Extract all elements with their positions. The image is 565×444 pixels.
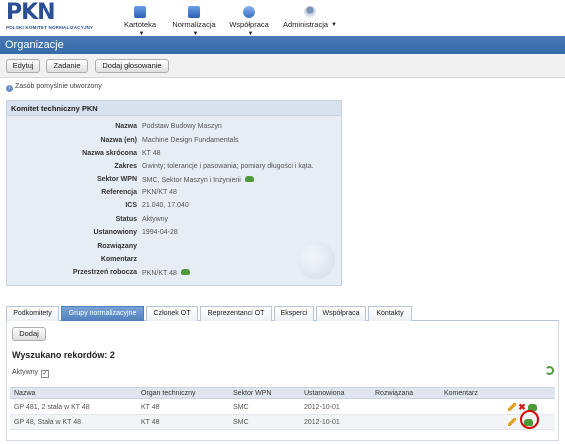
field-row: Zakres Gwinty; tolerancje i pasowania; po…	[7, 163, 341, 175]
cell-organ: KT 48	[141, 404, 160, 411]
tab-reprezentanci-ot[interactable]: Reprezentanci OT	[200, 306, 272, 321]
field-label: Sektor WPN	[96, 176, 137, 183]
table-row[interactable]: GP 481, 2 stała w KT 48 KT 48 SMC 2012-1…	[10, 400, 555, 415]
cell-nazwa[interactable]: GP 48, Stała w KT 48	[14, 415, 81, 430]
page-title: Organizacje	[0, 36, 565, 54]
field-value: PKN/KT 48	[142, 189, 177, 196]
field-value: Aktywny	[142, 216, 169, 223]
tab-grupy-normalizacyjne[interactable]: Grupy normalizacyjne	[61, 306, 144, 321]
records-count: Wyszukano rekordów: 2	[12, 350, 115, 360]
field-label: Przestrzeń robocza	[72, 269, 137, 276]
field-label: Zakres	[114, 163, 137, 170]
workspace-link-icon[interactable]	[180, 269, 190, 275]
add-vote-button[interactable]: Dodaj głosowanie	[95, 59, 169, 73]
field-row: Status Aktywny	[7, 216, 341, 228]
refresh-icon[interactable]	[545, 366, 554, 375]
col-rozwiazana[interactable]: Rozwiązana	[375, 388, 413, 399]
col-organ[interactable]: Organ techniczny	[141, 388, 195, 399]
col-sektor[interactable]: Sektor WPN	[233, 388, 272, 399]
field-value: PKN/KT 48	[142, 270, 177, 277]
nav-normalizacja[interactable]: Normalizacja▼	[168, 4, 220, 37]
edit-pencil-icon[interactable]	[508, 403, 516, 411]
tab-kontakty[interactable]: Kontakty	[368, 306, 412, 321]
field-row: Nazwa skrócona KT 48	[7, 150, 341, 162]
field-value-wrap: SMC, Sektor Maszyn i Inżynierii	[142, 176, 254, 184]
folder-icon	[188, 6, 200, 18]
field-value: 1994-04-28	[142, 229, 178, 236]
field-row: Nazwa (en) Machine Design Fundamentals	[7, 137, 341, 149]
field-label: Nazwa	[115, 123, 137, 130]
field-value: Machine Design Fundamentals	[142, 137, 239, 144]
field-value: KT 48	[142, 150, 161, 157]
nav-label: Normalizacja	[172, 20, 216, 29]
field-label: Ustanowiony	[93, 229, 137, 236]
field-row: Sektor WPN SMC, Sektor Maszyn i Inżynieri…	[7, 176, 341, 188]
field-label: Komentarz	[100, 256, 137, 263]
cell-sektor: SMC	[233, 404, 249, 411]
top-header: PKN POLSKI KOMITET NORMALIZACYJNY Kartot…	[0, 0, 565, 37]
active-filter-label: Aktywny	[12, 369, 39, 376]
main-nav: Kartoteka▼ Normalizacja▼ Współpraca▼ Adm…	[0, 4, 565, 37]
tab-wspolpraca[interactable]: Współpraca	[316, 306, 366, 321]
col-nazwa[interactable]: Nazwa	[14, 388, 35, 399]
committee-details-panel: Komitet techniczny PKN Nazwa Podstaw Budo…	[6, 100, 342, 286]
tab-eksperci[interactable]: Eksperci	[274, 306, 314, 321]
add-button[interactable]: Dodaj	[12, 327, 46, 341]
field-label: Nazwa (en)	[100, 137, 137, 144]
field-label: Rozwiązany	[97, 243, 137, 250]
nav-wspolpraca[interactable]: Współpraca▼	[226, 4, 272, 37]
nav-administracja[interactable]: Administracja ▼	[282, 4, 338, 34]
field-value-wrap: PKN/KT 48	[142, 269, 190, 277]
active-checkbox[interactable]: ✓	[41, 370, 50, 378]
sector-link-icon[interactable]	[244, 176, 254, 182]
cell-ustanowiona: 2012-10-01	[304, 404, 340, 411]
field-row: Nazwa Podstaw Budowy Maszyn	[7, 123, 341, 135]
folder-icon	[134, 6, 146, 18]
panel-title: Komitet techniczny PKN	[7, 101, 341, 116]
tab-strip: Podkomitety Grupy normalizacyjne Członek…	[6, 306, 559, 321]
field-value: Gwinty; tolerancje i pasowania; pomiary …	[142, 163, 314, 170]
field-row: Rozwiązany	[7, 243, 341, 255]
admin-icon	[304, 6, 316, 18]
field-label: ICS	[125, 202, 137, 209]
field-value: 21.040, 17.040	[142, 202, 189, 209]
cell-nazwa[interactable]: GP 481, 2 stała w KT 48	[14, 400, 90, 415]
cell-sektor: SMC	[233, 419, 249, 426]
edit-pencil-icon[interactable]	[508, 418, 516, 426]
field-value: SMC, Sektor Maszyn i Inżynierii	[142, 177, 241, 184]
field-row: ICS 21.040, 17.040	[7, 202, 341, 214]
toolbar: Edytuj Zadanie Dodaj głosowanie	[0, 54, 565, 78]
tab-podkomitety[interactable]: Podkomitety	[6, 306, 59, 321]
task-button[interactable]: Zadanie	[46, 59, 88, 73]
nav-label: Administracja	[283, 20, 329, 29]
cell-ustanowiona: 2012-10-01	[304, 419, 340, 426]
people-icon	[243, 6, 255, 18]
active-filter: Aktywny ✓	[12, 369, 50, 378]
nav-label: Kartoteka	[123, 20, 157, 29]
col-ustanowiona[interactable]: Ustanowiona	[304, 388, 344, 399]
col-komentarz[interactable]: Komentarz	[444, 388, 478, 399]
table-header: Nazwa Organ techniczny Sektor WPN Ustano…	[10, 387, 555, 399]
info-message: i Zasób pomyślnie utworzony	[6, 83, 102, 92]
table-row[interactable]: GP 48, Stała w KT 48 KT 48 SMC 2012-10-0…	[10, 415, 555, 430]
info-icon: i	[6, 85, 13, 92]
edit-button[interactable]: Edytuj	[6, 59, 40, 73]
highlight-circle	[520, 410, 539, 429]
field-row: Referencja PKN/KT 48	[7, 189, 341, 201]
info-text: Zasób pomyślnie utworzony	[15, 83, 102, 90]
chevron-down-icon: ▼	[331, 22, 337, 28]
field-value: Podstaw Budowy Maszyn	[142, 123, 222, 130]
cell-organ: KT 48	[141, 419, 160, 426]
tab-czlonek-ot[interactable]: Członek OT	[146, 306, 198, 321]
field-label: Status	[115, 216, 137, 223]
field-label: Nazwa skrócona	[82, 150, 137, 157]
field-label: Referencja	[101, 189, 137, 196]
field-row: Przestrzeń robocza PKN/KT 48	[7, 269, 341, 281]
field-row: Komentarz	[7, 256, 341, 268]
nav-kartoteka[interactable]: Kartoteka▼	[120, 4, 160, 37]
nav-label: Współpraca	[229, 20, 269, 29]
field-row: Ustanowiony 1994-04-28	[7, 229, 341, 241]
